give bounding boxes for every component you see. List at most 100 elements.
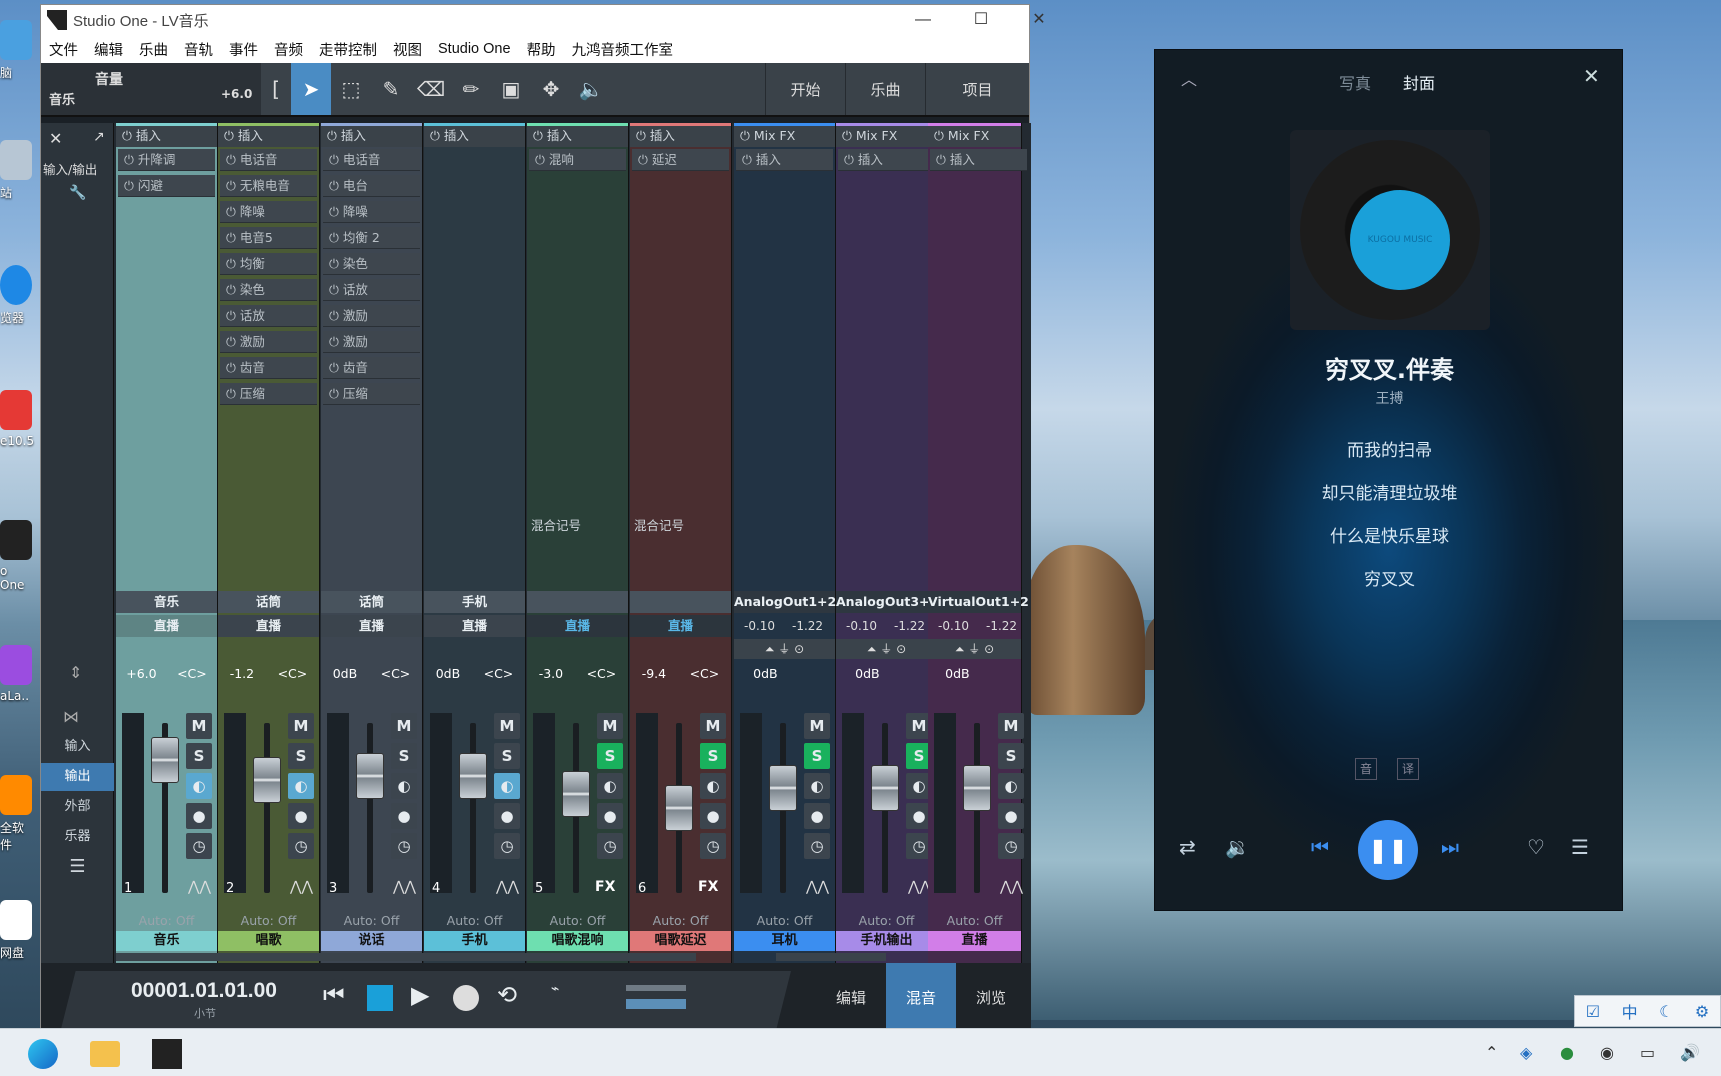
close-mixer-icon[interactable]: ✕	[49, 129, 62, 148]
eraser-tool-icon[interactable]: ⌫	[411, 63, 451, 115]
record-arm-icon[interactable]: ●	[186, 803, 212, 829]
record-arm-icon[interactable]: ●	[391, 803, 417, 829]
mute-tool-icon[interactable]: ▣	[491, 63, 531, 115]
minimize-button[interactable]: —	[895, 5, 951, 35]
page-song-button[interactable]: 乐曲	[845, 63, 925, 115]
solo-button[interactable]: S	[288, 743, 314, 769]
insert-slot[interactable]: ⏻ 混响	[529, 149, 626, 171]
insert-slot[interactable]: ⏻ 压缩	[323, 383, 420, 405]
automation-icon[interactable]: ◷	[700, 833, 726, 859]
insert-header[interactable]: ⏻ 插入	[321, 123, 422, 147]
desktop-icon-computer[interactable]: 脑	[0, 20, 34, 81]
loop-icon[interactable]: ⟲	[497, 981, 517, 1009]
monitor-icon[interactable]: ◐	[700, 773, 726, 799]
solo-button[interactable]: S	[998, 743, 1024, 769]
menu-edit[interactable]: 编辑	[86, 39, 131, 60]
solo-button[interactable]: S	[700, 743, 726, 769]
bend-tool-icon[interactable]: ✥	[531, 63, 571, 115]
insert-slot[interactable]: ⏻ 电台	[323, 175, 420, 197]
insert-slot[interactable]: ⏻ 电话音	[323, 149, 420, 171]
output-controls[interactable]: ⏶ ⏚ ⊙	[734, 639, 835, 659]
insert-slot[interactable]: ⏻ 电话音	[220, 149, 317, 171]
solo-button[interactable]: S	[391, 743, 417, 769]
page-mix-button[interactable]: 混音	[886, 963, 956, 1033]
heart-icon[interactable]: ♡	[1527, 835, 1545, 859]
collapse-icon[interactable]: ︿	[1181, 66, 1197, 90]
insert-header[interactable]: ⏻ 插入	[527, 123, 628, 147]
volume-value[interactable]: -3.0	[539, 666, 563, 681]
channel-name[interactable]: 音乐	[116, 591, 217, 613]
mute-button[interactable]: M	[804, 713, 830, 739]
maximize-button[interactable]: ☐	[953, 5, 1009, 35]
insert-header[interactable]: ⏻ Mix FX	[734, 123, 835, 147]
insert-slot[interactable]: ⏻ 齿音	[220, 357, 317, 379]
desktop-icon-browser[interactable]: 览器	[0, 265, 34, 326]
power-icon[interactable]: ⏻	[934, 128, 948, 143]
translate-badge[interactable]: 译	[1397, 758, 1419, 780]
insert-slot[interactable]: ⏻ 话放	[323, 279, 420, 301]
automation-mode[interactable]: Auto: Off	[424, 913, 525, 928]
time-display[interactable]: 00001.01.01.00	[131, 979, 277, 1003]
insert-header[interactable]: ⏻ 插入	[630, 123, 731, 147]
automation-mode[interactable]: Auto: Off	[321, 913, 422, 928]
close-player-icon[interactable]: ✕	[1583, 64, 1600, 88]
desktop-icon-app2[interactable]: aLa..	[0, 645, 34, 703]
explorer-icon[interactable]	[90, 1041, 120, 1067]
volume-fader[interactable]	[963, 765, 991, 811]
playlist-icon[interactable]: ☰	[1571, 835, 1589, 859]
insert-slot[interactable]: ⏻ 话放	[220, 305, 317, 327]
insert-slot[interactable]: ⏻ 激励	[220, 331, 317, 353]
ime-chinese[interactable]: 中	[1622, 999, 1638, 1023]
monitor-icon[interactable]: ◐	[804, 773, 830, 799]
volume-value[interactable]: 0dB	[753, 666, 777, 681]
edge-icon[interactable]	[28, 1039, 58, 1069]
menu-track[interactable]: 音轨	[176, 39, 221, 60]
side-instrument[interactable]: 乐器	[41, 823, 114, 851]
channel-name[interactable]: VirtualOut1+2	[928, 591, 1029, 613]
mute-button[interactable]: M	[700, 713, 726, 739]
menu-lines-icon[interactable]: ☰	[41, 853, 114, 881]
solo-button[interactable]: S	[494, 743, 520, 769]
narrow-icon[interactable]: ⋈	[63, 707, 79, 726]
menu-audio[interactable]: 音频	[266, 39, 311, 60]
insert-header[interactable]: ⏻ 插入	[424, 123, 525, 147]
expand-icon[interactable]: ⇕	[69, 663, 82, 682]
volume-icon[interactable]: 🔉	[1225, 835, 1250, 859]
channel-input[interactable]: 直播	[116, 615, 217, 637]
range-tool-icon[interactable]: ⬚	[331, 63, 371, 115]
menu-help[interactable]: 帮助	[519, 39, 564, 60]
channel-input[interactable]: 直播	[424, 615, 525, 637]
volume-fader[interactable]	[459, 753, 487, 799]
volume-fader[interactable]	[151, 737, 179, 783]
ime-moon-icon[interactable]: ☾	[1659, 1002, 1673, 1021]
insert-slot[interactable]: ⏻ 插入	[930, 149, 1027, 171]
power-icon[interactable]: ⏻	[636, 128, 650, 143]
paint-tool-icon[interactable]: ✏	[451, 63, 491, 115]
power-icon[interactable]: ⏻	[327, 128, 341, 143]
insert-slot[interactable]: ⏻ 延迟	[632, 149, 729, 171]
insert-slot[interactable]: ⏻ 压缩	[220, 383, 317, 405]
menu-file[interactable]: 文件	[41, 39, 86, 60]
power-icon[interactable]: ⏻	[224, 128, 238, 143]
volume-value[interactable]: 0dB	[945, 666, 969, 681]
automation-icon[interactable]: ◷	[597, 833, 623, 859]
record-arm-icon[interactable]: ●	[494, 803, 520, 829]
power-icon[interactable]: ⏻	[740, 128, 754, 143]
pan-value[interactable]: <C>	[381, 666, 411, 681]
mute-button[interactable]: M	[998, 713, 1024, 739]
desktop-icon-security[interactable]: 全软件	[0, 775, 34, 853]
automation-mode[interactable]: Auto: Off	[836, 913, 937, 928]
insert-header[interactable]: ⏻ Mix FX	[836, 123, 937, 147]
ime-settings-icon[interactable]: ⚙	[1695, 1002, 1709, 1021]
record-button[interactable]	[453, 985, 479, 1011]
output-controls[interactable]: ⏶ ⏚ ⊙	[836, 639, 937, 659]
volume-value[interactable]: -9.4	[642, 666, 666, 681]
output-controls[interactable]: ⏶ ⏚ ⊙	[928, 639, 1021, 659]
pan-value[interactable]: <C>	[690, 666, 720, 681]
track-info[interactable]: 音量 音乐 +6.0	[41, 63, 261, 115]
menu-studio[interactable]: 九鸿音频工作室	[564, 39, 682, 60]
page-edit-button[interactable]: 编辑	[816, 963, 886, 1033]
mute-button[interactable]: M	[597, 713, 623, 739]
automation-icon[interactable]: ◷	[186, 833, 212, 859]
lyric-sound-badge[interactable]: 音	[1355, 758, 1377, 780]
